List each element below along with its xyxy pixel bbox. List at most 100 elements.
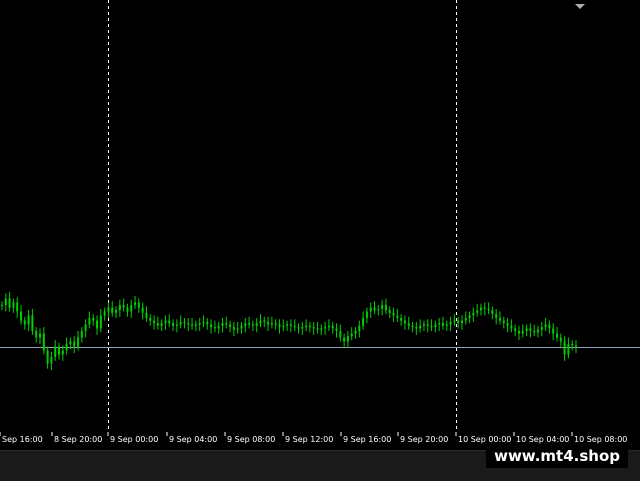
candle <box>460 315 463 330</box>
candle <box>301 321 304 335</box>
candle <box>426 319 429 333</box>
candle <box>179 315 182 329</box>
candle <box>449 316 452 331</box>
candle <box>39 328 42 344</box>
candle <box>362 311 365 330</box>
candle <box>115 306 118 318</box>
candle <box>468 311 471 324</box>
candle <box>571 340 574 351</box>
candle <box>20 305 23 325</box>
candle <box>244 318 247 333</box>
candle <box>472 307 475 322</box>
candle <box>312 321 315 335</box>
candle <box>130 299 133 318</box>
candle <box>529 323 532 338</box>
triangle-down-icon[interactable] <box>575 4 585 9</box>
time-tick-label: 10 Sep 08:00 <box>574 435 627 444</box>
candle <box>517 325 520 341</box>
candle <box>533 324 536 337</box>
candle <box>358 320 361 338</box>
candle <box>54 340 57 361</box>
price-chart[interactable]: Sep 16:00 8 Sep 20:00 9 Sep 00:00 9 Sep 04:… <box>0 0 640 450</box>
candle <box>229 320 232 333</box>
candle <box>141 302 144 320</box>
candle <box>506 318 509 333</box>
candle <box>80 327 83 343</box>
candle <box>149 314 152 326</box>
candle <box>483 302 486 316</box>
candle <box>35 327 38 343</box>
candle <box>293 319 296 331</box>
candle <box>308 321 311 333</box>
candle <box>392 307 395 322</box>
chart-window[interactable]: Sep 16:00 8 Sep 20:00 9 Sep 00:00 9 Sep 04:… <box>0 0 640 450</box>
candle <box>259 314 262 328</box>
candle <box>46 346 49 369</box>
candle <box>525 324 528 337</box>
watermark: www.mt4.shop <box>486 444 628 468</box>
candle <box>4 293 7 312</box>
candle <box>343 333 346 347</box>
candle <box>274 319 277 330</box>
candle <box>221 318 224 333</box>
candle <box>282 319 285 331</box>
candle <box>521 324 524 338</box>
candle <box>502 316 505 329</box>
candle <box>438 318 441 331</box>
candle <box>445 320 448 331</box>
candle <box>487 302 490 315</box>
candle <box>194 320 197 331</box>
candle <box>88 311 91 329</box>
candle <box>415 321 418 335</box>
candle <box>305 319 308 331</box>
candle <box>50 351 53 370</box>
candle <box>289 319 292 333</box>
candle <box>172 319 175 331</box>
candle <box>191 318 194 330</box>
candle <box>168 314 171 328</box>
time-tick-label: Sep 16:00 <box>2 435 43 444</box>
candle <box>400 314 403 326</box>
time-tick-label: 9 Sep 08:00 <box>227 435 275 444</box>
candle <box>107 302 110 318</box>
candle <box>377 305 380 316</box>
candle <box>160 319 163 331</box>
candle <box>453 314 456 326</box>
candle <box>476 303 479 317</box>
candle <box>8 292 11 312</box>
candle <box>575 340 577 354</box>
candle <box>419 319 422 333</box>
candle <box>118 299 121 317</box>
candle <box>297 323 300 334</box>
candle <box>563 336 566 361</box>
time-tick-label: 10 Sep 04:00 <box>516 435 569 444</box>
candle <box>324 321 327 335</box>
candle <box>103 307 106 321</box>
candle <box>126 303 129 317</box>
candle <box>251 320 254 331</box>
time-tick-label: 9 Sep 16:00 <box>343 435 391 444</box>
candle <box>164 315 167 330</box>
candle <box>84 319 87 338</box>
candle <box>240 321 243 334</box>
candle <box>267 316 270 331</box>
candle <box>407 316 410 330</box>
time-tick-label: 9 Sep 12:00 <box>285 435 333 444</box>
candle <box>354 327 357 339</box>
candle <box>58 342 61 360</box>
candle <box>335 323 338 338</box>
candle <box>73 336 76 354</box>
candle <box>346 331 349 348</box>
candle <box>134 295 137 309</box>
candle <box>153 315 156 330</box>
time-tick-label: 9 Sep 04:00 <box>169 435 217 444</box>
candle <box>457 316 460 329</box>
candle <box>365 307 368 324</box>
candle <box>491 306 494 320</box>
candle <box>464 311 467 325</box>
candle <box>339 324 342 342</box>
candle <box>331 321 334 334</box>
candle <box>255 318 258 333</box>
candle <box>206 318 209 330</box>
candle <box>434 320 437 333</box>
